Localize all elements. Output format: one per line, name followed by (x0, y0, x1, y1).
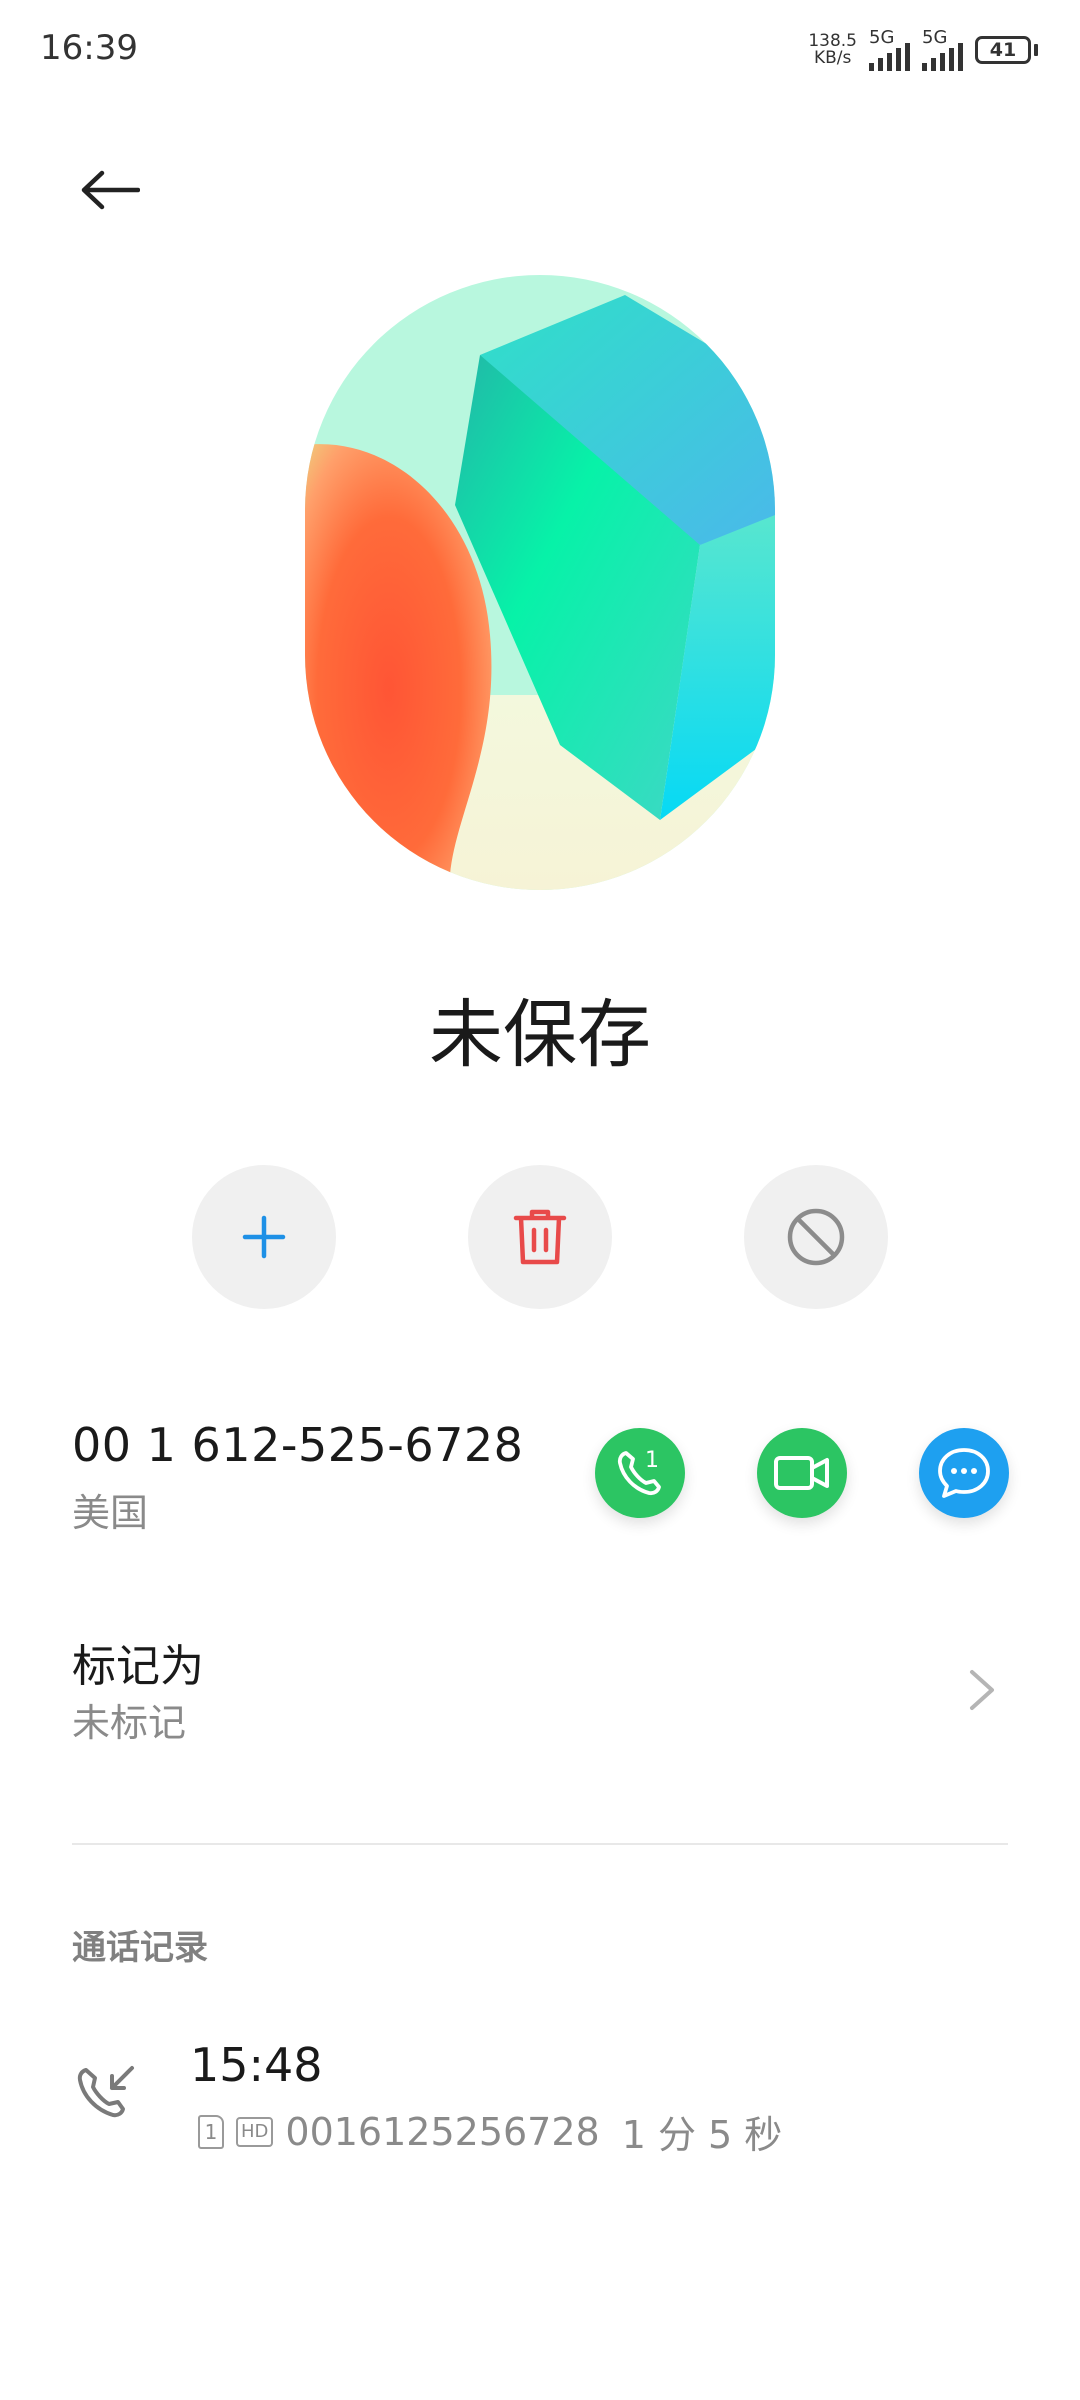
arrow-left-icon (81, 170, 140, 210)
call-log-section-label: 通话记录 (72, 1928, 208, 1968)
net-speed: 138.5 KB/s (808, 33, 857, 67)
phone-number: 00 1 612-525-6728 (72, 1418, 524, 1472)
chevron-right-icon (958, 1660, 1008, 1720)
trash-icon (513, 1209, 567, 1265)
phone-sim1-icon: 1 (617, 1448, 661, 1496)
signal-sim2-icon: 5G (922, 27, 963, 71)
call-number: 0016125256728 (285, 2109, 600, 2154)
svg-text:1: 1 (645, 1448, 659, 1473)
battery-icon: 41 (975, 36, 1038, 64)
back-button[interactable] (70, 150, 150, 230)
divider (72, 1843, 1008, 1845)
net-speed-unit: KB/s (813, 48, 852, 68)
contact-name: 未保存 (429, 992, 651, 1078)
voice-call-sim1-button[interactable]: 1 (595, 1428, 685, 1518)
video-call-button[interactable] (757, 1428, 847, 1518)
block-icon (787, 1208, 845, 1266)
plus-icon (242, 1215, 286, 1259)
call-detail: 1 HD 0016125256728 1 分 5 秒 (198, 2104, 782, 2159)
message-icon (938, 1448, 990, 1498)
delete-button[interactable] (468, 1165, 612, 1309)
add-contact-button[interactable] (192, 1165, 336, 1309)
video-call-icon (774, 1456, 829, 1490)
signal-sim1-icon: 5G (869, 27, 910, 71)
sim-card-icon: 1 (198, 2114, 224, 2149)
send-message-button[interactable] (919, 1428, 1009, 1518)
battery-level: 41 (975, 36, 1031, 64)
phone-region: 美国 (72, 1491, 149, 1535)
incoming-call-icon (72, 2060, 142, 2130)
mark-as-value: 未标记 (72, 1701, 187, 1745)
block-number-button[interactable] (744, 1165, 888, 1309)
status-icons: 138.5 KB/s 5G 5G 41 (808, 27, 1038, 72)
mark-as-title: 标记为 (72, 1641, 204, 1692)
call-duration: 1 分 5 秒 (621, 2113, 783, 2157)
call-time: 15:48 (190, 2038, 323, 2092)
contact-avatar (305, 275, 775, 890)
status-time: 16:39 (40, 28, 138, 68)
hd-voice-icon: HD (236, 2116, 274, 2147)
